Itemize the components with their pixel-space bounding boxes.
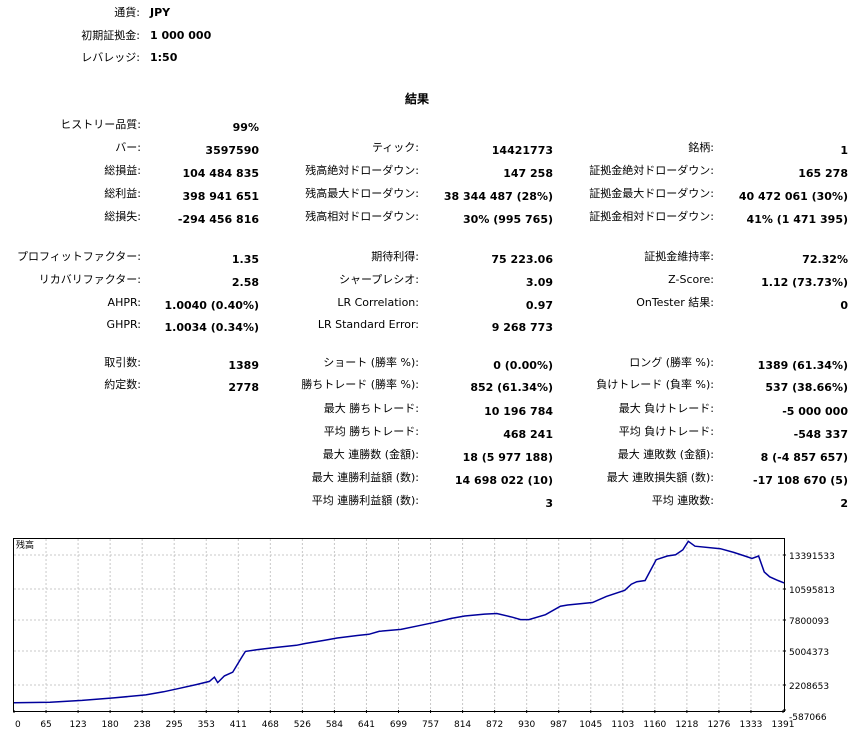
x-tick-label: 1160: [643, 720, 666, 730]
x-tick-label: 641: [358, 720, 375, 730]
x-tick-label: 1333: [740, 720, 763, 730]
y-tick-label: 13391533: [789, 552, 835, 562]
balance-chart-svg: 0 65 123 180 238 295 353 411 468 526 584 641 699 757 8…: [13, 539, 835, 730]
x-tick-label: 411: [230, 720, 247, 730]
x-tick-label: 123: [69, 720, 86, 730]
y-tick-label: -587066: [789, 713, 827, 723]
y-tick-label: 2208653: [789, 682, 829, 692]
x-tick-label: 0: [15, 720, 21, 730]
x-tick-label: 699: [390, 720, 407, 730]
x-tick-label: 180: [102, 720, 119, 730]
y-tick-label: 10595813: [789, 586, 835, 596]
x-tick-label: 757: [422, 720, 439, 730]
y-tick-label: 5004373: [789, 648, 829, 658]
x-tick-label: 1103: [611, 720, 634, 730]
x-tick-label: 295: [166, 720, 183, 730]
y-tick-label: 7800093: [789, 617, 829, 627]
x-tick-label: 1276: [707, 720, 730, 730]
x-tick-label: 930: [518, 720, 535, 730]
x-tick-label: 1045: [579, 720, 602, 730]
x-tick-label: 814: [454, 720, 471, 730]
x-tick-label: 987: [550, 720, 567, 730]
x-tick-label: 238: [134, 720, 151, 730]
x-tick-label: 526: [294, 720, 311, 730]
x-tick-label: 872: [486, 720, 503, 730]
x-tick-label: 1218: [675, 720, 698, 730]
balance-line: [13, 540, 785, 704]
x-tick-label: 468: [262, 720, 279, 730]
x-tick-label: 584: [326, 720, 343, 730]
x-tick-label: 65: [40, 720, 51, 730]
x-tick-label: 353: [198, 720, 215, 730]
